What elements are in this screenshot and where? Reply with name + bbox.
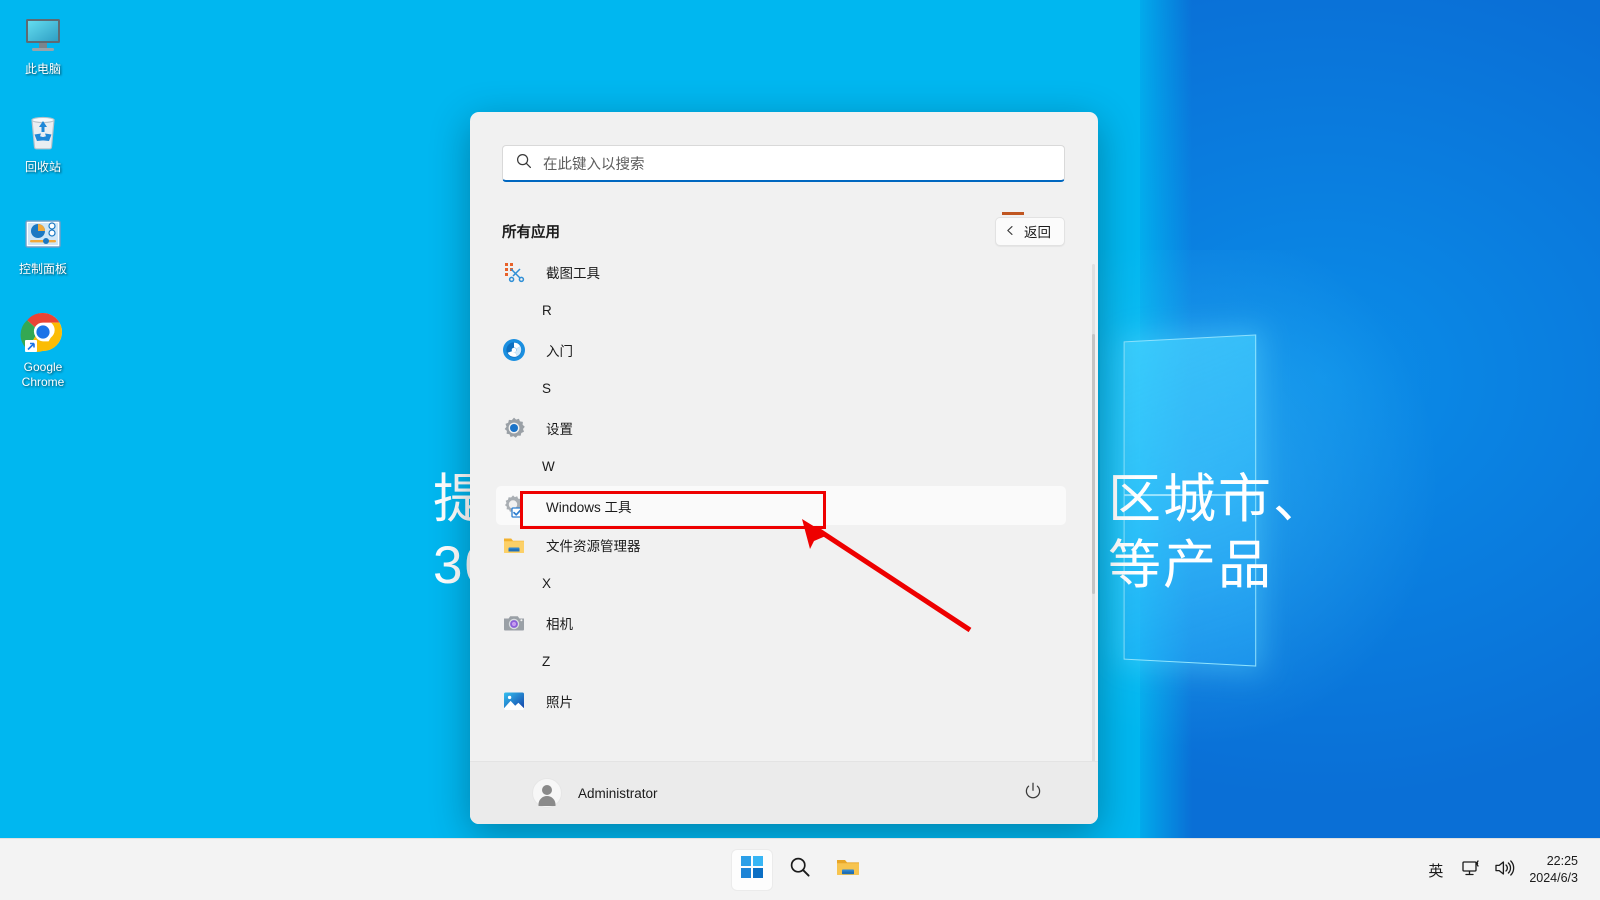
volume-button[interactable] (1493, 858, 1515, 883)
app-item-label: 截图工具 (546, 265, 600, 281)
folder-icon (835, 854, 861, 885)
desktop-icon-label: 此电脑 (24, 62, 61, 76)
start-menu: 在此键入以搜索 所有应用 返回 截图工具 R 入门 S 设置 W Windows… (470, 112, 1098, 824)
desktop-icon-label: Google Chrome (21, 360, 65, 389)
app-section-letter-z: Z (542, 654, 551, 669)
system-tray: 英 22:25 2024/6/3 (1420, 839, 1590, 900)
windows-tools-icon (502, 494, 526, 518)
search-icon (789, 856, 811, 883)
back-button-label: 返回 (1024, 225, 1051, 240)
app-section-letter-s: S (542, 381, 552, 396)
app-item-label: 入门 (546, 343, 573, 359)
start-menu-footer: Administrator (470, 761, 1098, 824)
app-item-label: 照片 (546, 694, 573, 710)
app-item-label: 相机 (546, 616, 573, 632)
taskbar-center-group (732, 849, 868, 890)
app-list: 截图工具 R 入门 S 设置 W Windows 工具 文件资源管理器 X 相机… (470, 252, 1098, 824)
wallpaper-text-line4: 等产品 (1108, 536, 1273, 595)
app-item-photos[interactable]: 照片 (496, 681, 1066, 720)
windows-logo-icon (741, 856, 763, 883)
search-input[interactable]: 在此键入以搜索 (502, 145, 1065, 182)
app-item-label: 设置 (546, 421, 573, 437)
app-item-windows-tools[interactable]: Windows 工具 (496, 486, 1066, 525)
file-explorer-icon (502, 533, 526, 557)
app-item-label: 文件资源管理器 (546, 538, 641, 554)
desktop-icon-label: 控制面板 (18, 262, 67, 276)
desktop-icon-this-pc[interactable]: 此电脑 (0, 10, 86, 77)
network-icon (1461, 858, 1483, 883)
search-placeholder: 在此键入以搜索 (543, 156, 645, 173)
app-section-letter-r: R (542, 303, 552, 318)
start-search-row: 在此键入以搜索 (502, 145, 1065, 182)
app-item-settings[interactable]: 设置 (496, 408, 1066, 447)
clock-time: 22:25 (1546, 854, 1578, 868)
app-list-scrollbar-thumb[interactable] (1092, 334, 1095, 594)
user-name-label: Administrator (578, 785, 658, 801)
chevron-left-icon (1005, 224, 1016, 239)
app-section-letter-x: X (542, 576, 552, 591)
snipping-tool-icon (502, 260, 526, 284)
desktop-screen: 提 30 区城市、 等产品 此电脑 回收站 控制面板 Google Chrome… (0, 0, 1600, 900)
app-item-file-explorer[interactable]: 文件资源管理器 (496, 525, 1066, 564)
wallpaper-text-line3: 区城市、 (1108, 470, 1328, 529)
get-started-icon (502, 338, 526, 362)
all-apps-header: 所有应用 返回 (502, 215, 1065, 247)
desktop-icon-recycle-bin[interactable]: 回收站 (0, 108, 86, 175)
desktop-icon-control-panel[interactable]: 控制面板 (0, 210, 86, 277)
network-button[interactable] (1461, 858, 1483, 883)
control-panel-icon (19, 210, 67, 258)
clock[interactable]: 22:25 2024/6/3 (1525, 853, 1578, 887)
desktop-icon-google-chrome[interactable]: Google Chrome (0, 308, 86, 390)
recycle-bin-icon (19, 108, 67, 156)
clock-date: 2024/6/3 (1529, 871, 1578, 885)
taskbar: 英 22:25 2024/6/3 (0, 838, 1600, 900)
chrome-icon (19, 308, 67, 356)
section-divider-dash (1002, 212, 1024, 215)
user-account-button[interactable]: Administrator (532, 778, 658, 808)
all-apps-title: 所有应用 (502, 224, 560, 241)
power-icon (1023, 781, 1043, 806)
app-section-letter-w: W (542, 459, 555, 474)
user-avatar-icon (532, 778, 562, 808)
app-item-get-started[interactable]: 入门 (496, 330, 1066, 369)
volume-icon (1493, 858, 1515, 883)
camera-icon (502, 611, 526, 635)
desktop-icon-label: 回收站 (24, 160, 61, 174)
app-item-snipping-tool[interactable]: 截图工具 (496, 252, 1066, 291)
start-button[interactable] (732, 849, 772, 890)
ime-indicator[interactable]: 英 (1420, 860, 1451, 881)
search-button[interactable] (780, 850, 820, 890)
back-button[interactable]: 返回 (995, 216, 1065, 246)
this-pc-icon (19, 10, 67, 58)
app-list-scrollbar[interactable] (1092, 264, 1095, 824)
file-explorer-button[interactable] (828, 850, 868, 890)
app-item-camera[interactable]: 相机 (496, 603, 1066, 642)
power-button[interactable] (1020, 780, 1046, 806)
settings-gear-icon (502, 416, 526, 440)
app-item-label: Windows 工具 (546, 499, 632, 515)
search-icon (516, 153, 532, 174)
photos-icon (502, 689, 526, 713)
